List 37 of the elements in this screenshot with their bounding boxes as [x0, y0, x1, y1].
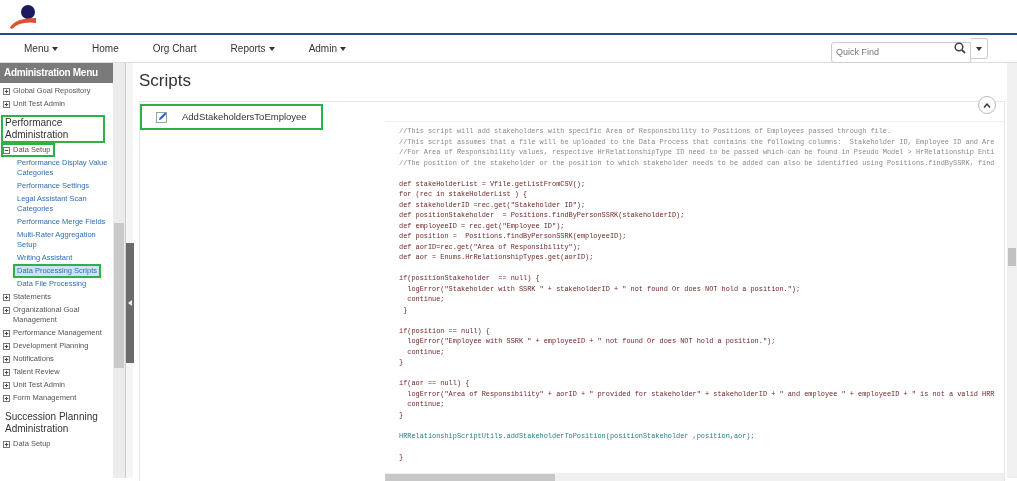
collapse-button[interactable] — [978, 96, 996, 114]
caret-icon — [268, 47, 275, 52]
expand-icon[interactable] — [3, 306, 10, 314]
expand-icon[interactable] — [3, 368, 10, 376]
expand-icon[interactable] — [3, 100, 10, 108]
expand-icon[interactable] — [3, 329, 10, 337]
expand-icon[interactable] — [3, 381, 10, 389]
chevron-up-icon — [983, 102, 991, 108]
caret-icon — [52, 47, 58, 52]
expand-icon[interactable] — [3, 394, 10, 402]
expand-icon[interactable] — [3, 355, 10, 363]
expand-icon[interactable] — [3, 293, 10, 301]
expand-icon[interactable] — [3, 87, 10, 95]
section-heading: Performance Administration — [3, 117, 103, 141]
caret-icon — [340, 47, 346, 52]
scrollbar[interactable] — [113, 63, 125, 478]
nav-link[interactable]: Admin — [302, 41, 352, 56]
collapse-handle[interactable] — [126, 243, 134, 363]
sidebar-title: Administration Menu — [0, 63, 113, 83]
dropdown-button[interactable] — [971, 38, 988, 59]
scrollbar[interactable] — [1007, 63, 1017, 478]
expand-icon[interactable] — [3, 440, 10, 448]
search-icon[interactable] — [954, 42, 966, 54]
logo-icon — [8, 4, 38, 30]
nav-link[interactable]: Reports — [224, 41, 281, 56]
nav-link[interactable]: Home — [86, 41, 125, 56]
horizontal-scrollbar[interactable] — [385, 472, 1004, 481]
nav-link[interactable]: Org Chart — [146, 41, 203, 56]
search-field[interactable]: Quick Find — [831, 41, 971, 63]
script-name-item[interactable]: AddStakeholdersToEmployee — [142, 106, 321, 129]
edit-icon[interactable] — [156, 111, 168, 124]
page-title: Scripts — [139, 70, 192, 92]
caret-icon — [976, 46, 982, 51]
section-heading: Succession Planning Administration — [4, 411, 99, 435]
expand-icon[interactable] — [3, 342, 10, 350]
collapse-icon[interactable] — [3, 146, 10, 154]
nav-link[interactable]: Menu — [18, 41, 64, 56]
